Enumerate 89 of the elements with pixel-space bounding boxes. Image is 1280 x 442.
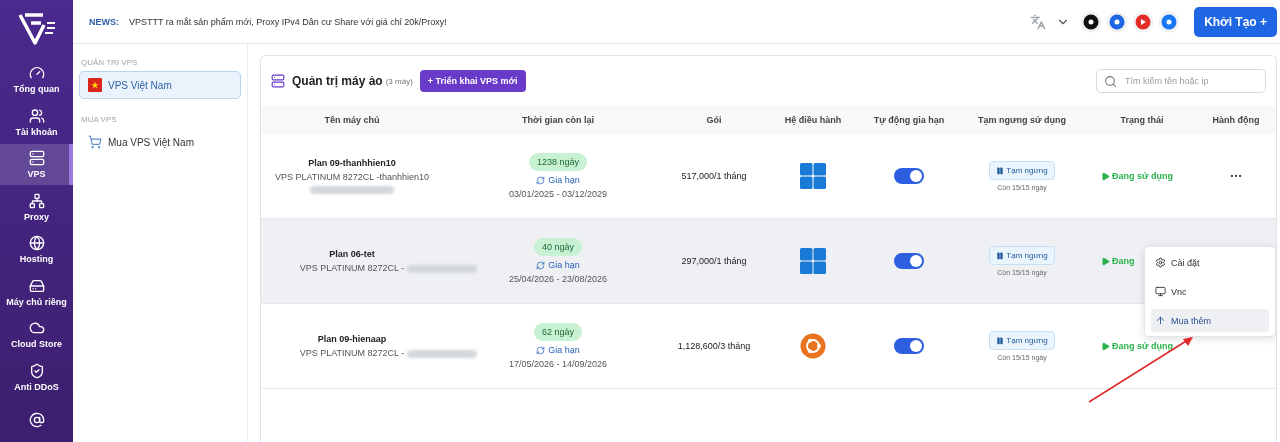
nav-item[interactable]: VPS bbox=[0, 143, 73, 186]
nav-item[interactable]: Proxy bbox=[0, 186, 73, 228]
pause-icon bbox=[996, 251, 1005, 260]
date-range: 25/04/2026 - 23/08/2026 bbox=[508, 274, 608, 284]
nav-item[interactable]: Anti DDoS bbox=[0, 356, 73, 399]
nav-item[interactable]: Hosting bbox=[0, 229, 73, 271]
server-name: Plan 06-tet bbox=[329, 249, 375, 259]
create-button[interactable]: Khởi Tạo + bbox=[1194, 6, 1277, 37]
redacted-text bbox=[407, 265, 477, 273]
section-title: QUẢN TRỊ VPS bbox=[80, 57, 139, 69]
pause-icon bbox=[996, 336, 1005, 345]
plan-text: VPS PLATINUM 8272CL - bbox=[299, 348, 405, 358]
network-icon bbox=[28, 192, 45, 209]
price-text: 297,000/1 tháng bbox=[681, 256, 747, 266]
column-header: Hành động bbox=[1211, 115, 1261, 125]
cart-icon bbox=[88, 135, 102, 149]
menu-item[interactable]: Vnc bbox=[1151, 280, 1269, 303]
nav-item[interactable]: Máy chủ riêng bbox=[0, 271, 73, 314]
column-header: Hệ điều hành bbox=[783, 115, 843, 125]
status-text: Đang sử dụng bbox=[1101, 171, 1173, 181]
days-badge: 1238 ngày bbox=[528, 153, 587, 171]
play-icon bbox=[1101, 171, 1110, 181]
deploy-button[interactable]: + Triển khai VPS mới bbox=[419, 70, 526, 92]
status-text: Đang bbox=[1101, 256, 1135, 266]
auto-renew-toggle[interactable] bbox=[894, 168, 924, 184]
renew-link[interactable]: Gia hạn bbox=[536, 175, 580, 185]
ubuntu-icon bbox=[800, 333, 826, 359]
monitor-icon bbox=[1155, 286, 1166, 297]
suspend-button[interactable]: Tạm ngưng bbox=[989, 246, 1055, 265]
auto-renew-toggle[interactable] bbox=[894, 338, 924, 354]
plan-text: VPS PLATINUM 8272CL - bbox=[299, 263, 405, 273]
youtube-icon[interactable] bbox=[1132, 10, 1155, 33]
status-text: Đang sử dụng bbox=[1101, 341, 1173, 351]
days-badge: 40 ngày bbox=[534, 238, 582, 256]
play-icon bbox=[1101, 341, 1110, 351]
server-name: Plan 09-thanhhien10 bbox=[308, 158, 396, 168]
windows-icon bbox=[800, 248, 826, 274]
language-icon[interactable] bbox=[1030, 13, 1047, 30]
price-text: 1,128,600/3 tháng bbox=[677, 341, 751, 351]
drive-icon bbox=[28, 277, 45, 294]
nav-item[interactable]: Tài khoản bbox=[0, 101, 73, 143]
settings-icon bbox=[1155, 257, 1166, 268]
gauge-icon bbox=[28, 64, 45, 81]
column-header: Tự động gia hạn bbox=[872, 115, 946, 125]
date-range: 17/05/2026 - 14/09/2026 bbox=[508, 359, 608, 369]
windows-icon bbox=[800, 163, 826, 189]
date-range: 03/01/2025 - 03/12/2029 bbox=[508, 189, 608, 199]
plan-text: VPS PLATINUM 8272CL -thanhhien10 bbox=[274, 172, 430, 182]
column-header: Tên máy chủ bbox=[323, 115, 381, 125]
suspend-button[interactable]: Tạm ngưng bbox=[989, 161, 1055, 180]
news-label: NEWS: bbox=[89, 16, 119, 27]
suspend-button[interactable]: Tạm ngưng bbox=[989, 331, 1055, 350]
refresh-icon bbox=[536, 260, 546, 270]
auto-renew-toggle[interactable] bbox=[894, 253, 924, 269]
server-icon bbox=[28, 150, 45, 167]
search-icon bbox=[1104, 75, 1117, 88]
column-header: Tạm ngưng sử dụng bbox=[977, 115, 1067, 125]
news-text: VPSTTT ra mắt sản phẩm mới, Proxy IPv4 Dân cư Share với giá chỉ 20k/Proxy! bbox=[129, 16, 448, 27]
column-header: Thời gian còn lại bbox=[521, 115, 595, 125]
renew-link[interactable]: Gia hạn bbox=[536, 345, 580, 355]
users-icon bbox=[28, 107, 45, 124]
at-sign-icon bbox=[28, 412, 45, 429]
column-header: Trạng thái bbox=[1119, 115, 1165, 125]
price-text: 517,000/1 tháng bbox=[681, 171, 747, 181]
search-field[interactable]: Tìm kiếm tên hoặc ip bbox=[1096, 69, 1266, 93]
arrow-up-icon bbox=[1155, 315, 1166, 326]
sidebar-item[interactable]: VPS Việt Nam bbox=[79, 71, 241, 99]
column-header: Gói bbox=[705, 115, 723, 125]
shield-icon bbox=[28, 363, 45, 380]
renew-link[interactable]: Gia hạn bbox=[536, 260, 580, 270]
refresh-icon bbox=[536, 175, 546, 185]
server-name: Plan 09-hienaap bbox=[317, 334, 387, 344]
flag-icon bbox=[88, 78, 102, 92]
menu-item[interactable]: Mua thêm bbox=[1151, 309, 1269, 332]
nav-item[interactable]: Tổng quan bbox=[0, 58, 73, 101]
days-badge: 62 ngày bbox=[534, 323, 582, 341]
menu-item[interactable]: Cài đặt bbox=[1151, 251, 1269, 274]
pause-icon bbox=[996, 166, 1005, 175]
section-title: MUA VPS bbox=[80, 114, 118, 126]
play-icon bbox=[1101, 256, 1110, 266]
refresh-icon bbox=[536, 345, 546, 355]
nav-item[interactable]: Cloud Store bbox=[0, 314, 73, 356]
panel-title: Quản trị máy ảo bbox=[292, 74, 383, 88]
logo-icon[interactable] bbox=[16, 11, 57, 48]
machine-count: (3 máy) bbox=[385, 76, 413, 86]
globe-icon bbox=[28, 235, 45, 252]
redacted-text bbox=[407, 350, 477, 358]
server-icon bbox=[271, 74, 285, 88]
sidebar-item[interactable]: Mua VPS Việt Nam bbox=[79, 128, 241, 156]
